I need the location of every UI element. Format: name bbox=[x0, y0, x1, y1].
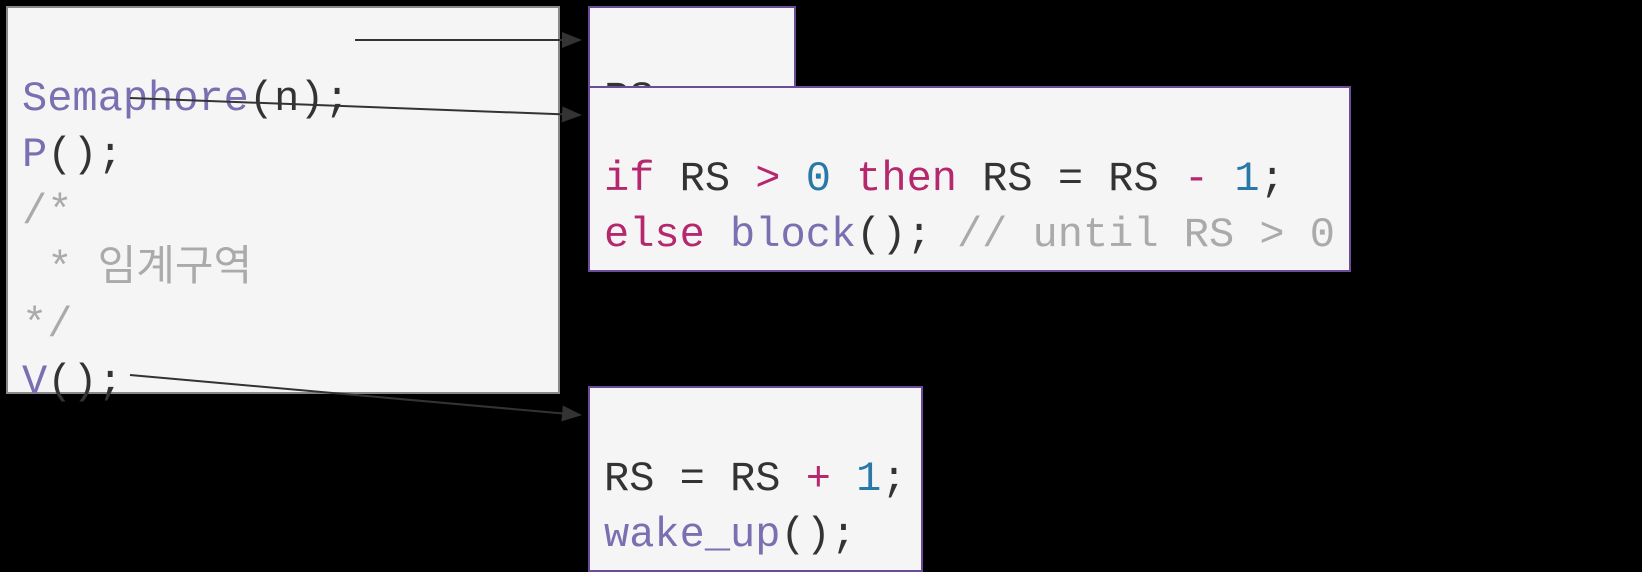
token-semaphore: Semaphore bbox=[22, 75, 249, 123]
token-v: V bbox=[22, 358, 47, 406]
comment-text: * 임계구역 bbox=[22, 245, 252, 293]
comment-open: /* bbox=[22, 188, 72, 236]
expansion-box-p: if RS > 0 then RS = RS - 1; else block()… bbox=[588, 86, 1351, 272]
token-one: 1 bbox=[1234, 155, 1259, 203]
token-semi: ; bbox=[831, 511, 856, 559]
token-rs: RS bbox=[1108, 155, 1158, 203]
token-semi: ; bbox=[98, 131, 123, 179]
token-eq: = bbox=[1058, 155, 1083, 203]
token-semi: ; bbox=[907, 211, 932, 259]
expansion-box-v: RS = RS + 1; wake_up(); bbox=[588, 386, 923, 572]
token-parens: () bbox=[47, 131, 97, 179]
comment-close: */ bbox=[22, 301, 72, 349]
token-parens: () bbox=[856, 211, 906, 259]
token-rs: RS bbox=[730, 455, 780, 503]
token-semi: ; bbox=[98, 358, 123, 406]
token-wakeup: wake_up bbox=[604, 511, 780, 559]
token-gt: > bbox=[755, 155, 780, 203]
token-paren-open: ( bbox=[249, 75, 274, 123]
main-code-box: Semaphore(n); P(); /* * 임계구역 */ V(); bbox=[6, 6, 560, 394]
token-arg-n: n bbox=[274, 75, 299, 123]
token-zero: 0 bbox=[806, 155, 831, 203]
token-else: else bbox=[604, 211, 705, 259]
token-rs: RS bbox=[604, 455, 654, 503]
token-plus: + bbox=[806, 455, 831, 503]
token-then: then bbox=[856, 155, 957, 203]
token-one: 1 bbox=[856, 455, 881, 503]
token-semi: ; bbox=[1260, 155, 1285, 203]
token-semi: ; bbox=[325, 75, 350, 123]
token-rs: RS bbox=[982, 155, 1032, 203]
token-block: block bbox=[730, 211, 856, 259]
token-paren-close: ) bbox=[299, 75, 324, 123]
token-p: P bbox=[22, 131, 47, 179]
token-minus: - bbox=[1184, 155, 1209, 203]
token-rs: RS bbox=[680, 155, 730, 203]
token-parens: () bbox=[47, 358, 97, 406]
token-semi: ; bbox=[881, 455, 906, 503]
comment-until: // until RS > 0 bbox=[957, 211, 1335, 259]
token-eq: = bbox=[680, 455, 705, 503]
token-if: if bbox=[604, 155, 654, 203]
token-parens: () bbox=[780, 511, 830, 559]
